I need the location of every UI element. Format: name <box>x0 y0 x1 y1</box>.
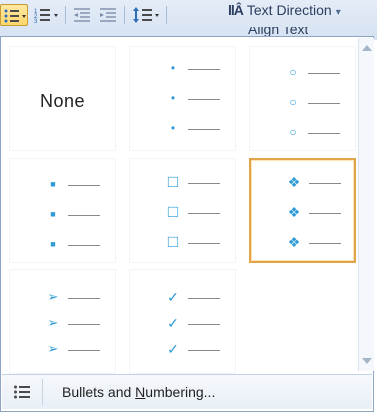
decrease-indent-icon <box>74 8 90 22</box>
svg-text:3: 3 <box>34 19 38 25</box>
bullet-option-hollow-circle[interactable]: ○ ○ ○ <box>249 46 356 151</box>
bullets-and-numbering-label: Bullets and Numbering... <box>62 384 216 400</box>
bullets-icon <box>4 9 26 23</box>
bullets-button[interactable] <box>0 4 28 26</box>
text-direction-button[interactable]: llÂ Text Direction ▾ <box>228 2 341 18</box>
hollow-circle-bullet-icon: ○ <box>289 125 297 139</box>
scroll-down-arrow-icon[interactable] <box>362 358 372 364</box>
arrow-bullet-icon: ➢ <box>47 315 59 330</box>
checkmark-bullet-icon: ✓ <box>167 289 179 305</box>
bullet-option-square[interactable]: ■ ■ ■ <box>9 158 116 263</box>
text-direction-label: Text Direction <box>246 2 332 18</box>
arrow-bullet-icon: ➢ <box>47 289 59 304</box>
bullet-option-arrow[interactable]: ➢ ➢ ➢ <box>9 269 116 374</box>
hollow-square-bullet-icon: □ <box>167 172 179 191</box>
increase-indent-icon <box>100 8 116 22</box>
ribbon-toolbar: 1 2 3 llÂ Text Direction ▾ Align Text <box>0 0 377 40</box>
hollow-square-bullet-icon: □ <box>167 202 179 221</box>
bullet-option-small-dot[interactable]: • • • <box>129 46 236 151</box>
bullet-option-hollow-square[interactable]: □ □ □ <box>129 158 236 263</box>
small-dot-bullet-icon: • <box>170 61 176 75</box>
text-direction-icon: llÂ <box>228 2 244 18</box>
ribbon-separator <box>65 6 66 24</box>
bullet-option-none[interactable]: None <box>9 46 116 151</box>
line-spacing-icon <box>133 7 159 23</box>
hollow-square-bullet-icon: □ <box>167 232 179 251</box>
bullets-list-icon <box>14 385 30 399</box>
ribbon-separator <box>166 6 167 24</box>
four-diamond-bullet-icon: ❖ <box>287 174 301 190</box>
numbering-icon: 1 2 3 <box>34 9 58 25</box>
hollow-circle-bullet-icon: ○ <box>289 65 297 79</box>
bullet-option-four-diamond-selected[interactable]: ❖ ❖ ❖ <box>249 158 356 263</box>
small-dot-bullet-icon: • <box>170 121 176 135</box>
hollow-circle-bullet-icon: ○ <box>289 95 297 109</box>
dropdown-caret-icon: ▾ <box>335 7 341 18</box>
square-bullet-icon: ■ <box>50 209 56 219</box>
checkmark-bullet-icon: ✓ <box>167 315 179 331</box>
checkmark-bullet-icon: ✓ <box>167 341 179 357</box>
bullet-gallery: None • • • ○ ○ ○ ■ ■ ■ □ □ □ ❖ ❖ ❖ ➢ ➢ ➢… <box>9 46 358 374</box>
line-spacing-button[interactable] <box>130 4 162 26</box>
four-diamond-bullet-icon: ❖ <box>287 234 301 250</box>
four-diamond-bullet-icon: ❖ <box>287 204 301 220</box>
small-dot-bullet-icon: • <box>170 91 176 105</box>
bullets-and-numbering-menu-item[interactable]: Bullets and Numbering... <box>2 374 372 409</box>
bullet-option-checkmark[interactable]: ✓ ✓ ✓ <box>129 269 236 374</box>
numbering-button[interactable]: 1 2 3 <box>32 4 62 26</box>
gallery-scrollbar[interactable] <box>358 38 374 371</box>
scroll-up-arrow-icon[interactable] <box>362 45 372 51</box>
arrow-bullet-icon: ➢ <box>47 341 59 356</box>
none-label: None <box>39 91 86 111</box>
decrease-indent-button[interactable] <box>70 4 94 26</box>
footer-separator <box>42 379 43 405</box>
square-bullet-icon: ■ <box>50 179 56 189</box>
square-bullet-icon: ■ <box>50 239 56 249</box>
ribbon-separator <box>124 6 125 24</box>
increase-indent-button[interactable] <box>96 4 120 26</box>
bullet-library-dropdown: None • • • ○ ○ ○ ■ ■ ■ □ □ □ ❖ ❖ ❖ ➢ ➢ ➢… <box>0 36 374 412</box>
